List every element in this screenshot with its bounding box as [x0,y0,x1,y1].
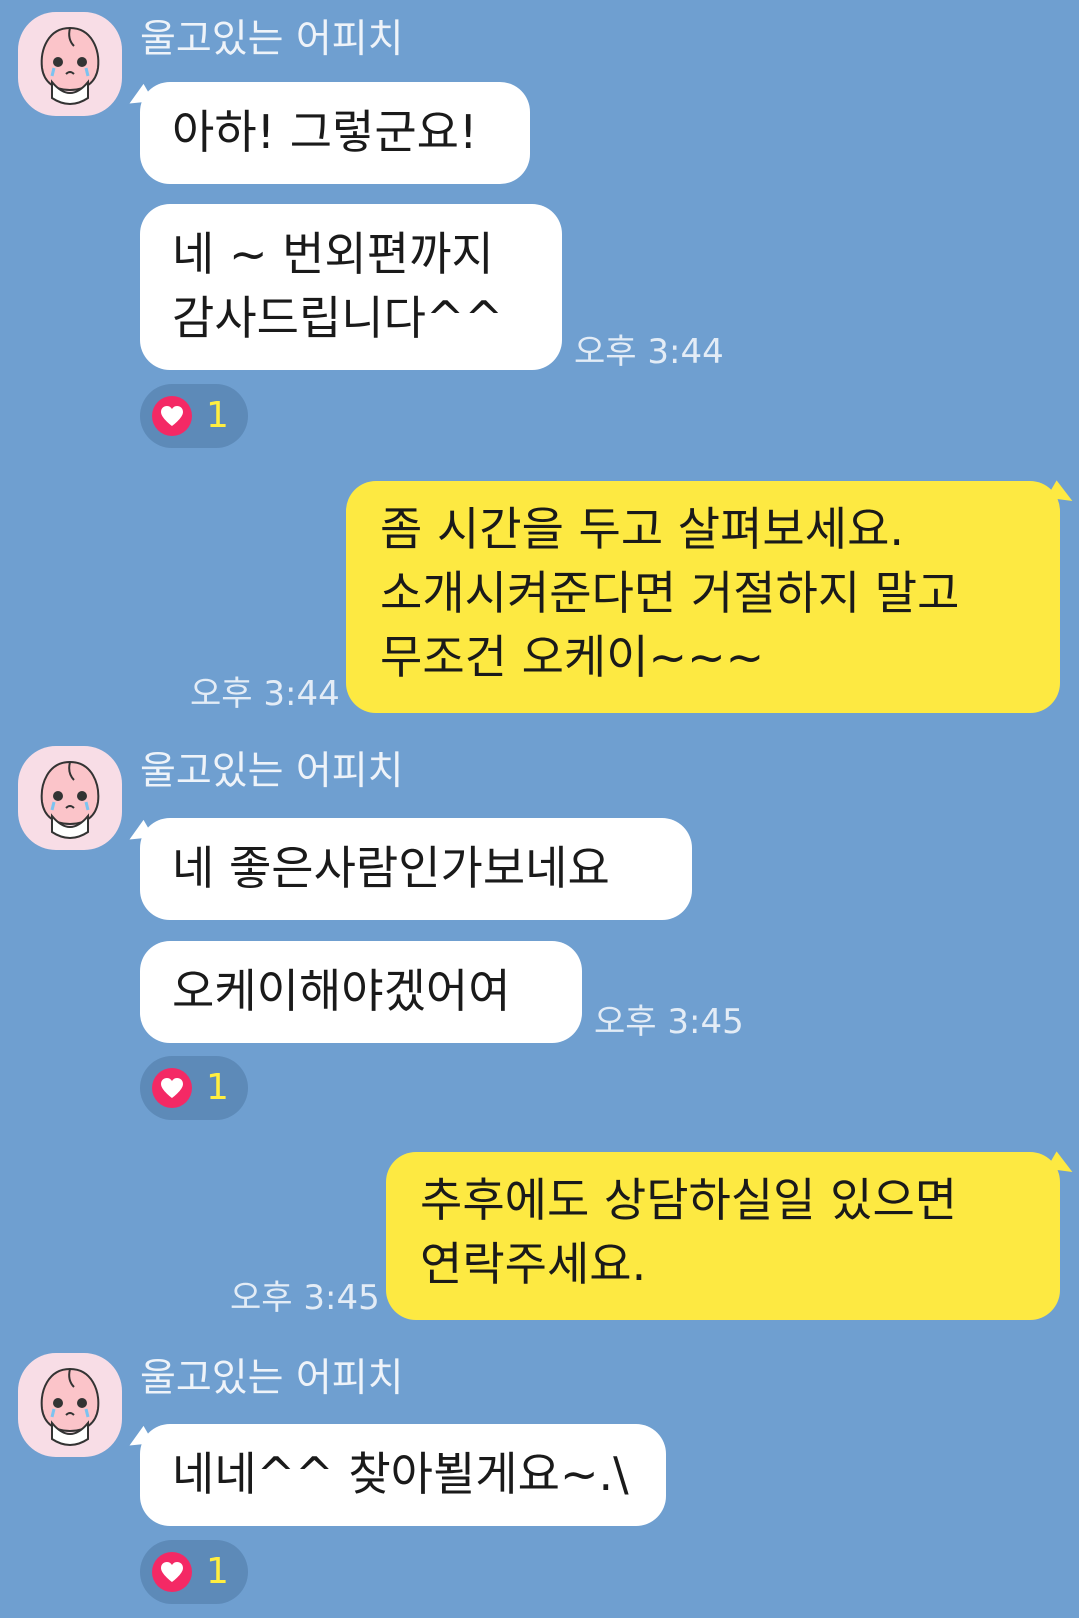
heart-icon [161,406,183,426]
reaction-badge[interactable]: 1 [140,1056,248,1120]
sender-name: 울고있는 어피치 [140,17,404,62]
incoming-message[interactable]: 오케이해야겠어여 [140,941,582,1043]
reaction-count: 1 [206,395,229,436]
reaction-badge[interactable]: 1 [140,1540,248,1604]
reaction-count: 1 [206,1551,229,1592]
incoming-message[interactable]: 네 좋은사람인가보네요 [140,818,692,920]
incoming-message[interactable]: 아하! 그렇군요! [140,82,530,184]
heart-icon [161,1562,183,1582]
outgoing-message[interactable]: 추후에도 상담하실일 있으면 연락주세요. [386,1152,1060,1320]
reaction-count: 1 [206,1067,229,1108]
message-time: 오후 3:45 [230,1278,380,1318]
crying-peach-icon [40,26,100,105]
outgoing-message[interactable]: 좀 시간을 두고 살펴보세요. 소개시켜준다면 거절하지 말고 무조건 오케이~… [346,481,1060,713]
message-time: 오후 3:44 [190,674,340,714]
incoming-message[interactable]: 네네^^ 찾아뵐게요~.\ [140,1424,666,1526]
message-time: 오후 3:45 [594,1002,744,1042]
crying-peach-icon [40,760,100,839]
heart-icon [161,1078,183,1098]
sender-avatar[interactable] [18,1353,122,1457]
reaction-badge[interactable]: 1 [140,384,248,448]
crying-peach-icon [40,1367,100,1446]
message-time: 오후 3:44 [574,332,724,372]
incoming-message[interactable]: 네 ~ 번외편까지 감사드립니다^^ [140,204,562,370]
sender-name: 울고있는 어피치 [140,749,404,794]
sender-avatar[interactable] [18,12,122,116]
sender-name: 울고있는 어피치 [140,1356,404,1401]
sender-avatar[interactable] [18,746,122,850]
